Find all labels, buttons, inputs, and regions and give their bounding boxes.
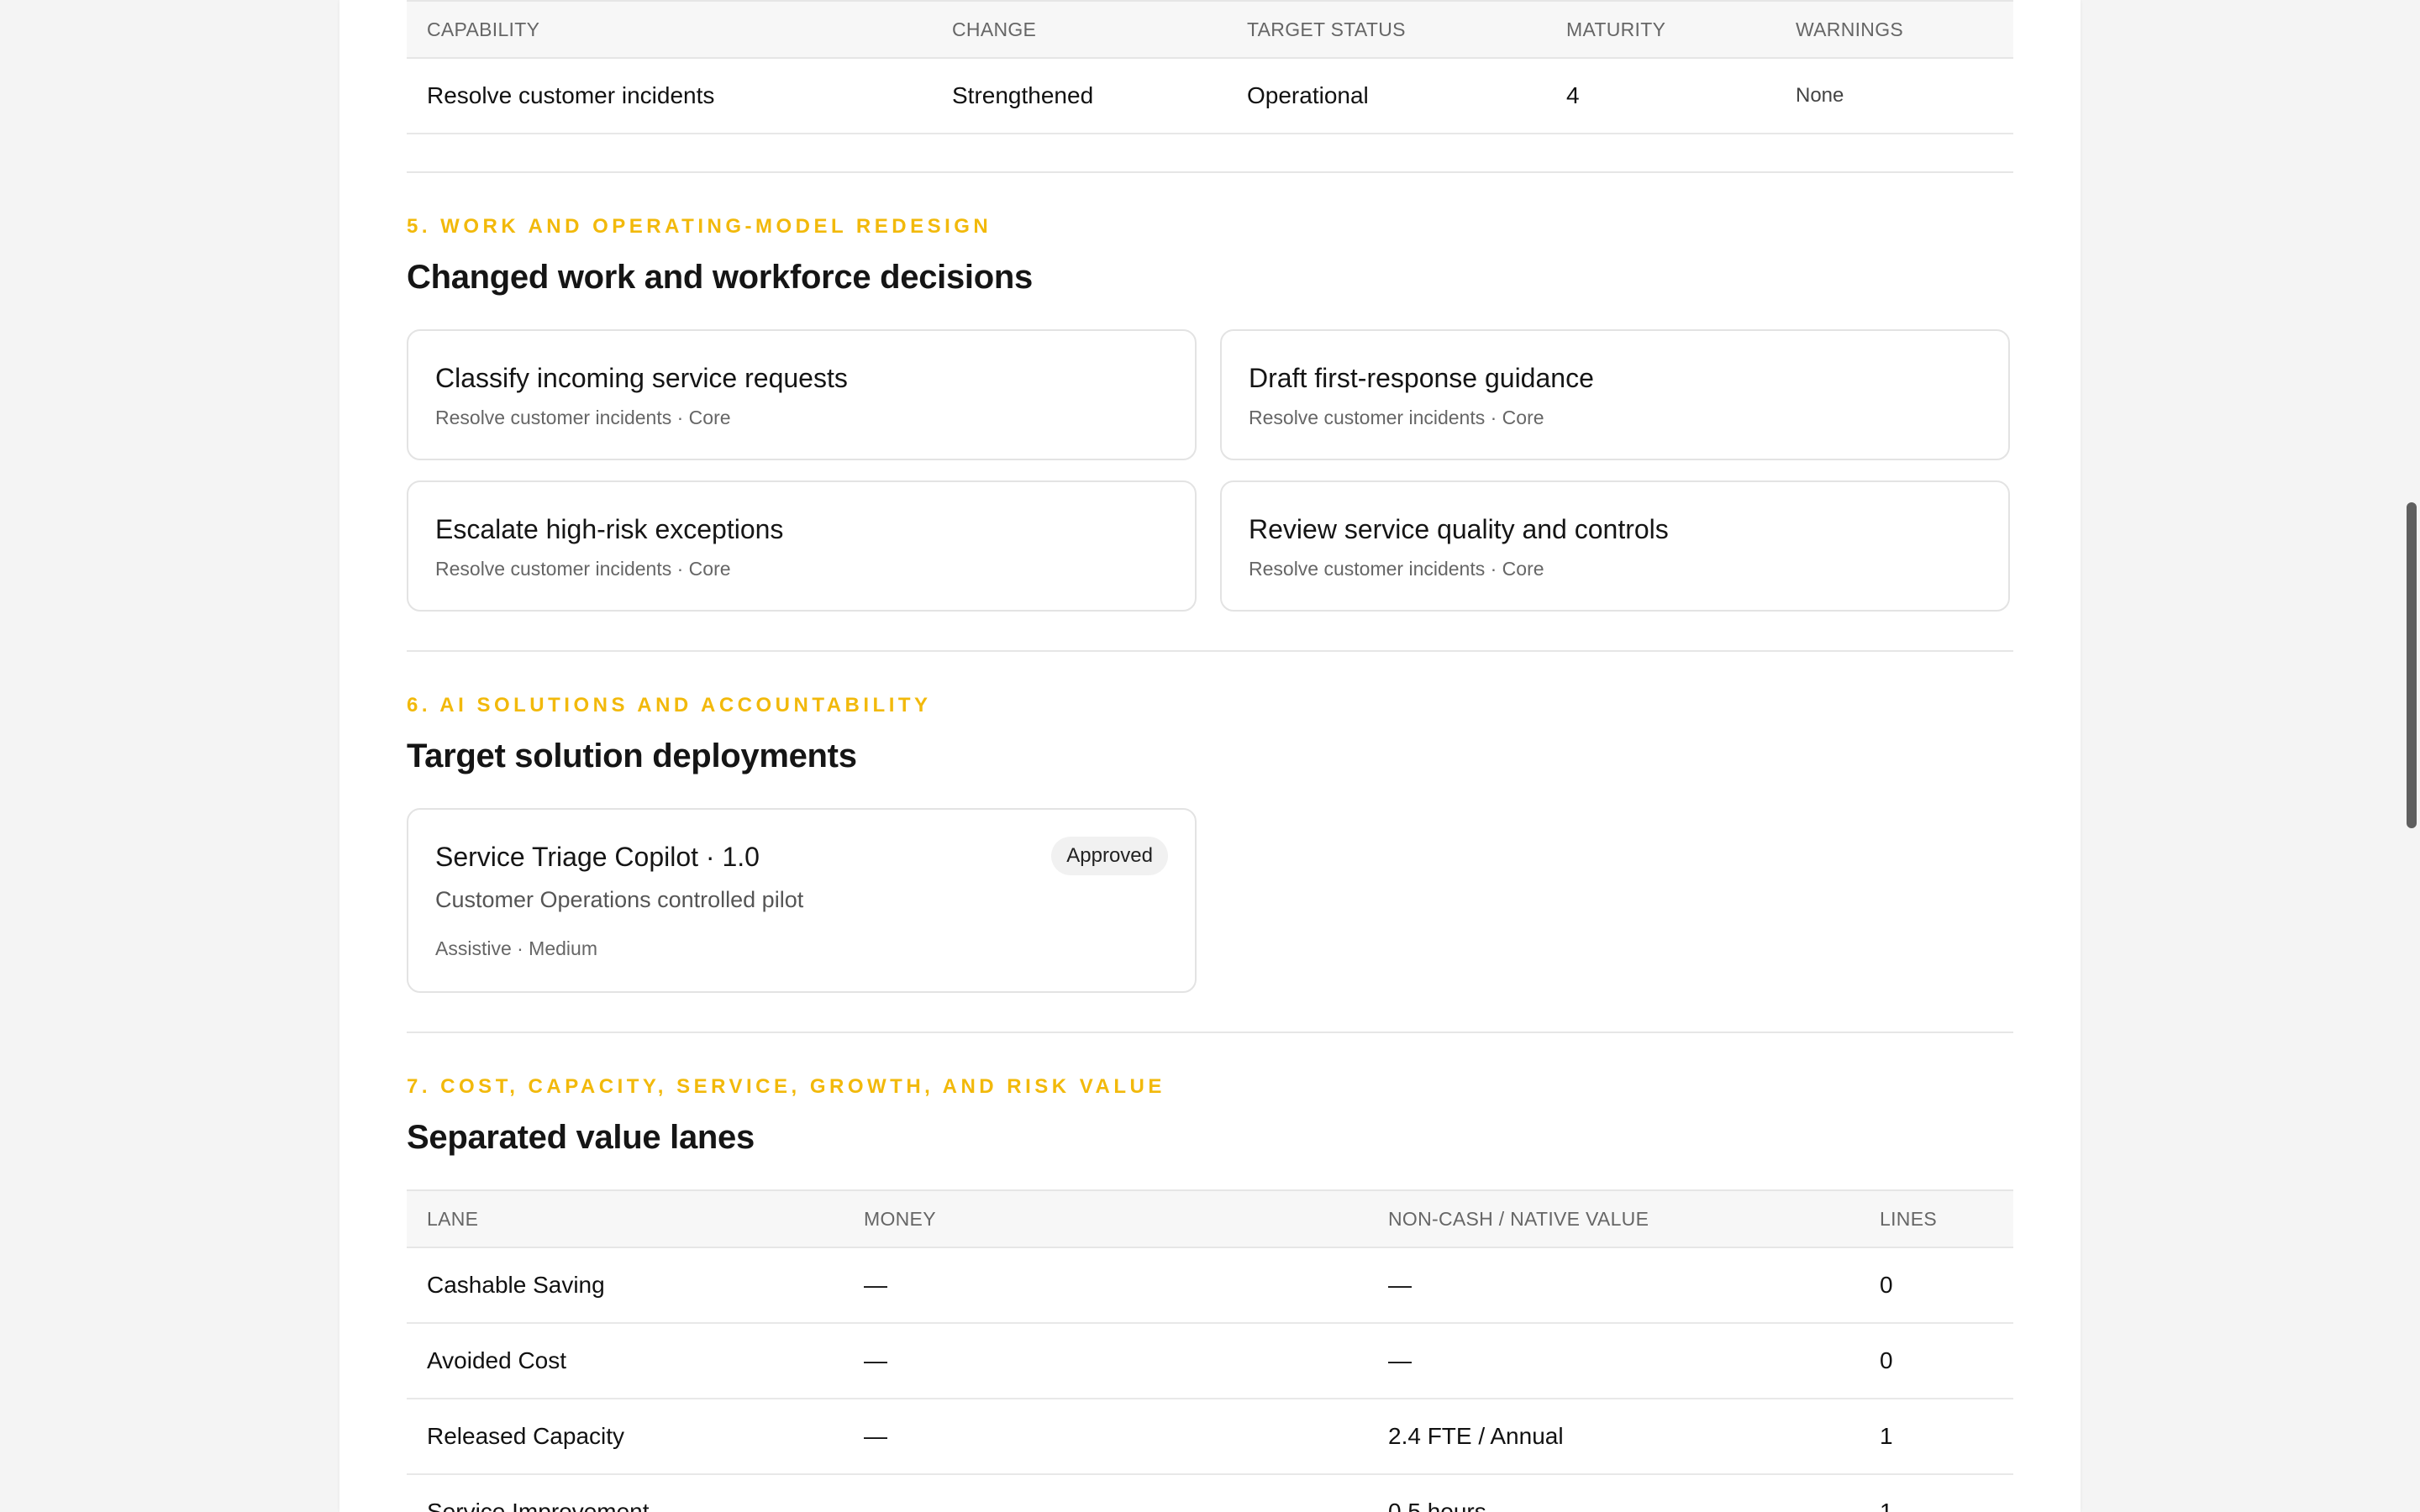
table-row: Resolve customer incidents Strengthened … [407, 58, 2013, 134]
table-header-row: LANE MONEY NON-CASH / NATIVE VALUE LINES [407, 1189, 2013, 1248]
value-lanes-table: LANE MONEY NON-CASH / NATIVE VALUE LINES… [407, 1189, 2013, 1512]
native-value-cell: — [1368, 1323, 1860, 1399]
section-title: Changed work and workforce decisions [407, 259, 1033, 296]
work-card-subtitle: Resolve customer incidents · Core [1249, 558, 1544, 580]
money-cell: — [844, 1474, 1368, 1512]
capability-table: CAPABILITY CHANGE TARGET STATUS MATURITY… [407, 0, 2013, 134]
deployment-card[interactable]: Service Triage Copilot · 1.0 Approved Cu… [407, 808, 1197, 993]
column-header[interactable]: NON-CASH / NATIVE VALUE [1368, 1189, 1860, 1248]
column-header[interactable]: CAPABILITY [407, 0, 932, 59]
money-cell: — [844, 1247, 1368, 1324]
warnings-cell: None [1776, 58, 2013, 134]
deployment-meta: Assistive · Medium [435, 937, 597, 959]
column-header[interactable]: TARGET STATUS [1227, 0, 1546, 59]
work-card-title: Classify incoming service requests [435, 363, 848, 393]
lines-cell: 1 [1860, 1399, 2013, 1475]
section-work-redesign: 5. WORK AND OPERATING-MODEL REDESIGN Cha… [407, 171, 2013, 652]
money-cell: — [844, 1399, 1368, 1475]
column-header[interactable]: LINES [1860, 1189, 2013, 1248]
table-row: Avoided Cost — — 0 [407, 1323, 2013, 1399]
maturity-cell: 4 [1546, 58, 1776, 134]
section-eyebrow: 5. WORK AND OPERATING-MODEL REDESIGN [407, 215, 992, 238]
lane-cell: Service Improvement [407, 1474, 844, 1512]
scrollbar-thumb[interactable] [2407, 502, 2417, 828]
lines-cell: 0 [1860, 1247, 2013, 1324]
deployment-title: Service Triage Copilot · 1.0 [435, 842, 760, 872]
column-header[interactable]: MONEY [844, 1189, 1368, 1248]
lane-cell: Cashable Saving [407, 1247, 844, 1324]
vertical-scrollbar[interactable] [2405, 0, 2420, 1512]
table-row: Service Improvement — 0.5 hours 1 [407, 1474, 2013, 1512]
capability-cell: Resolve customer incidents [407, 58, 932, 134]
table-header-row: CAPABILITY CHANGE TARGET STATUS MATURITY… [407, 0, 2013, 59]
work-card-subtitle: Resolve customer incidents · Core [435, 407, 731, 428]
work-card-title: Draft first-response guidance [1249, 363, 1594, 393]
lines-cell: 1 [1860, 1474, 2013, 1512]
work-card-title: Escalate high-risk exceptions [435, 514, 784, 544]
column-header[interactable]: WARNINGS [1776, 0, 2013, 59]
lines-cell: 0 [1860, 1323, 2013, 1399]
report-page: CAPABILITY CHANGE TARGET STATUS MATURITY… [339, 0, 2081, 1512]
column-header[interactable]: MATURITY [1546, 0, 1776, 59]
table-row: Cashable Saving — — 0 [407, 1247, 2013, 1324]
section-title: Target solution deployments [407, 738, 857, 774]
column-header[interactable]: CHANGE [932, 0, 1227, 59]
table-row: Released Capacity — 2.4 FTE / Annual 1 [407, 1399, 2013, 1475]
native-value-cell: — [1368, 1247, 1860, 1324]
column-header[interactable]: LANE [407, 1189, 844, 1248]
section-title: Separated value lanes [407, 1119, 755, 1156]
money-cell: — [844, 1323, 1368, 1399]
work-card[interactable]: Escalate high-risk exceptions Resolve cu… [407, 480, 1197, 612]
work-card[interactable]: Classify incoming service requests Resol… [407, 329, 1197, 460]
change-cell: Strengthened [932, 58, 1227, 134]
section-eyebrow: 6. AI SOLUTIONS AND ACCOUNTABILITY [407, 694, 932, 717]
lane-cell: Avoided Cost [407, 1323, 844, 1399]
work-card-title: Review service quality and controls [1249, 514, 1669, 544]
work-card-subtitle: Resolve customer incidents · Core [435, 558, 731, 580]
section-eyebrow: 7. COST, CAPACITY, SERVICE, GROWTH, AND … [407, 1075, 1165, 1098]
status-badge: Approved [1051, 837, 1168, 875]
lane-cell: Released Capacity [407, 1399, 844, 1475]
target-status-cell: Operational [1227, 58, 1546, 134]
section-value-lanes: 7. COST, CAPACITY, SERVICE, GROWTH, AND … [407, 1032, 2013, 1512]
section-ai-solutions: 6. AI SOLUTIONS AND ACCOUNTABILITY Targe… [407, 650, 2013, 1033]
work-card-subtitle: Resolve customer incidents · Core [1249, 407, 1544, 428]
native-value-cell: 0.5 hours [1368, 1474, 1860, 1512]
native-value-cell: 2.4 FTE / Annual [1368, 1399, 1860, 1475]
deployment-description: Customer Operations controlled pilot [435, 887, 804, 912]
work-card[interactable]: Draft first-response guidance Resolve cu… [1220, 329, 2010, 460]
work-card[interactable]: Review service quality and controls Reso… [1220, 480, 2010, 612]
